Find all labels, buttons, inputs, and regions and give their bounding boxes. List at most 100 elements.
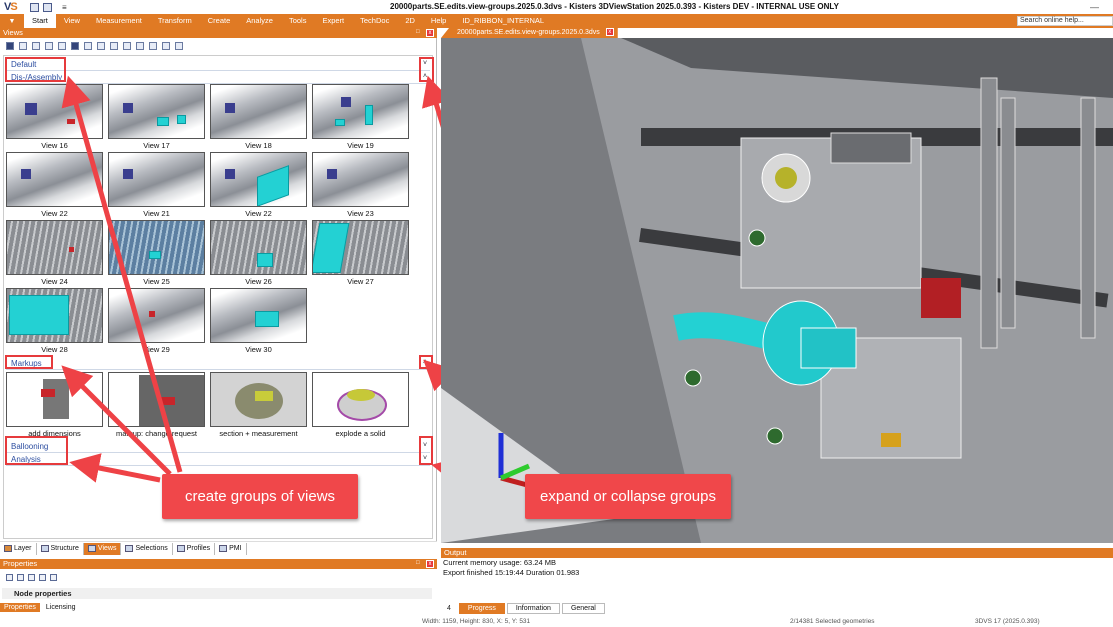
tab-layer[interactable]: Layer bbox=[0, 542, 37, 555]
search-online-help-input[interactable]: Search online help... bbox=[1017, 16, 1113, 26]
group-analysis[interactable]: Analysis ˅ bbox=[6, 453, 430, 466]
copy-icon[interactable] bbox=[28, 574, 35, 581]
previous-view-icon[interactable] bbox=[58, 42, 66, 50]
view-thumbnail[interactable] bbox=[210, 220, 307, 275]
expand-all-icon[interactable] bbox=[6, 574, 13, 581]
tab-create[interactable]: Create bbox=[200, 14, 239, 28]
profiles-icon bbox=[176, 545, 185, 552]
view-thumbnail[interactable] bbox=[312, 220, 409, 275]
tab-information[interactable]: Information bbox=[506, 603, 560, 614]
window-title: 20000parts.SE.edits.view-groups.2025.0.3… bbox=[390, 2, 839, 11]
tab-2d[interactable]: 2D bbox=[397, 14, 423, 28]
quick-access-dropdown-icon[interactable]: ≡ bbox=[62, 3, 67, 12]
remove-group-icon[interactable] bbox=[175, 42, 183, 50]
save-icon[interactable] bbox=[30, 2, 39, 12]
view-thumbnail[interactable] bbox=[108, 152, 205, 207]
tab-start[interactable]: Start bbox=[24, 14, 56, 28]
update-view-icon[interactable] bbox=[32, 42, 40, 50]
save-as-icon[interactable] bbox=[43, 2, 52, 12]
delete-view-icon[interactable] bbox=[45, 42, 53, 50]
pin-icon[interactable]: □ bbox=[416, 29, 423, 36]
view-caption: View 17 bbox=[143, 141, 170, 150]
stop-icon[interactable] bbox=[71, 42, 79, 50]
loop-icon[interactable] bbox=[110, 42, 118, 50]
app-menu-button[interactable]: ▼ bbox=[0, 18, 24, 25]
tab-profiles[interactable]: Profiles bbox=[173, 542, 216, 555]
tab-structure[interactable]: Structure bbox=[37, 542, 84, 555]
tab-licensing[interactable]: Licensing bbox=[42, 603, 80, 612]
view-caption: View 26 bbox=[245, 277, 272, 286]
pin-icon[interactable]: □ bbox=[416, 560, 423, 567]
view-thumbnail[interactable] bbox=[312, 152, 409, 207]
tab-selections[interactable]: Selections bbox=[121, 542, 173, 555]
group-ballooning[interactable]: Ballooning ˅ bbox=[6, 440, 430, 453]
view-thumbnail[interactable] bbox=[108, 84, 205, 139]
tab-transform[interactable]: Transform bbox=[150, 14, 200, 28]
group-markups[interactable]: Markups ˄ bbox=[6, 357, 430, 370]
tab-views[interactable]: Views bbox=[83, 542, 122, 555]
view-thumbnail[interactable] bbox=[210, 84, 307, 139]
view-caption: View 16 bbox=[41, 141, 68, 150]
panel-tabs: Layer Structure Views Selections Profile… bbox=[0, 541, 437, 555]
tab-properties[interactable]: Properties bbox=[0, 603, 40, 612]
close-views-panel-button[interactable]: x bbox=[426, 29, 434, 37]
group-dis-assembly[interactable]: Dis-/Assembly ˄ bbox=[6, 71, 430, 84]
tab-tools[interactable]: Tools bbox=[281, 14, 315, 28]
view-thumbnail[interactable] bbox=[108, 288, 205, 343]
view-caption: View 22 bbox=[41, 209, 68, 218]
view-caption: View 18 bbox=[245, 141, 272, 150]
view-thumbnail[interactable] bbox=[210, 288, 307, 343]
selections-icon bbox=[125, 545, 134, 552]
3d-viewport[interactable] bbox=[441, 38, 1113, 543]
play-views-icon[interactable] bbox=[97, 42, 105, 50]
view-caption: section + measurement bbox=[219, 429, 298, 438]
view-thumbnail[interactable] bbox=[210, 152, 307, 207]
tab-help[interactable]: Help bbox=[423, 14, 454, 28]
tab-view[interactable]: View bbox=[56, 14, 88, 28]
view-thumbnail[interactable] bbox=[6, 84, 103, 139]
view-caption: View 21 bbox=[143, 209, 170, 218]
ribbon: ▼ Start View Measurement Transform Creat… bbox=[0, 14, 1113, 28]
close-properties-panel-button[interactable]: x bbox=[426, 560, 434, 568]
tab-general[interactable]: General bbox=[561, 603, 605, 614]
group-settings-icon[interactable] bbox=[162, 42, 170, 50]
node-properties-row[interactable]: Node properties bbox=[2, 588, 432, 599]
add-view-icon[interactable] bbox=[19, 42, 27, 50]
minimize-button[interactable]: — bbox=[1090, 2, 1099, 12]
view-thumbnail[interactable] bbox=[312, 372, 409, 427]
add-group-icon[interactable] bbox=[149, 42, 157, 50]
output-line: Current memory usage: 63.24 MB bbox=[443, 558, 556, 567]
view-thumbnail[interactable] bbox=[108, 372, 205, 427]
view-thumbnail[interactable] bbox=[6, 220, 103, 275]
view-thumbnail[interactable] bbox=[6, 372, 103, 427]
group-default[interactable]: Default ˅ bbox=[6, 58, 430, 71]
view-thumbnail[interactable] bbox=[210, 372, 307, 427]
view-settings-icon[interactable] bbox=[136, 42, 144, 50]
3d-model-render bbox=[441, 38, 1113, 543]
view-thumbnail[interactable] bbox=[6, 288, 103, 343]
next-view-icon[interactable] bbox=[84, 42, 92, 50]
annotation-box-toggles bbox=[419, 57, 434, 82]
view-thumbnail[interactable] bbox=[6, 152, 103, 207]
filter-icon[interactable] bbox=[50, 574, 57, 581]
view-thumbnail[interactable] bbox=[312, 84, 409, 139]
view-caption: View 27 bbox=[347, 277, 374, 286]
output-line: Export finished 15:19:44 Duration 01.983 bbox=[443, 568, 580, 577]
tab-expert[interactable]: Expert bbox=[314, 14, 352, 28]
view-thumbnail[interactable] bbox=[108, 220, 205, 275]
tab-progress[interactable]: Progress bbox=[458, 603, 505, 614]
tab-pmi[interactable]: PMI bbox=[215, 542, 247, 555]
close-document-button[interactable]: x bbox=[605, 28, 614, 37]
tab-measurement[interactable]: Measurement bbox=[88, 14, 150, 28]
annotation-box-markups bbox=[5, 355, 53, 369]
tab-id-ribbon-internal[interactable]: ID_RIBBON_INTERNAL bbox=[454, 14, 552, 28]
view-caption: View 28 bbox=[41, 345, 68, 354]
tab-analyze[interactable]: Analyze bbox=[238, 14, 281, 28]
export-icon[interactable] bbox=[39, 574, 46, 581]
tab-scroll-left-icon[interactable]: 4 bbox=[441, 605, 457, 612]
home-view-icon[interactable] bbox=[6, 42, 14, 50]
edit-view-icon[interactable] bbox=[123, 42, 131, 50]
document-tab[interactable]: 20000parts.SE.edits.view-groups.2025.0.3… bbox=[441, 28, 618, 38]
collapse-all-icon[interactable] bbox=[17, 574, 24, 581]
tab-techdoc[interactable]: TechDoc bbox=[352, 14, 397, 28]
